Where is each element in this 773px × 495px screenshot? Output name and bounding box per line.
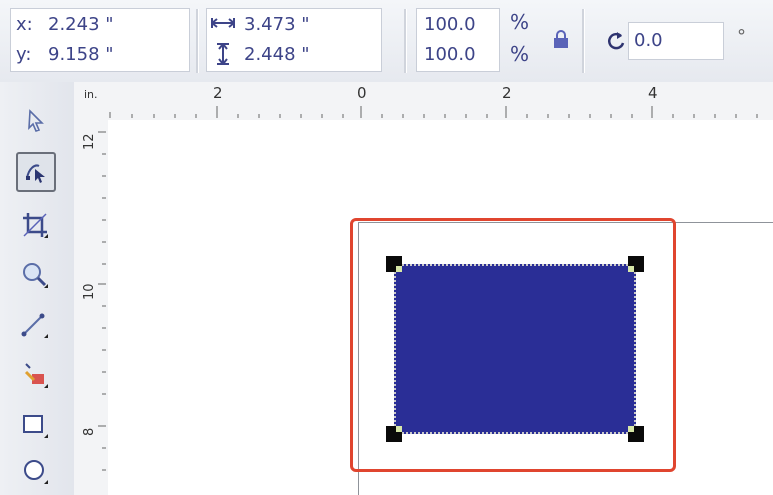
toolbox	[0, 82, 75, 495]
freehand-tool-icon[interactable]	[16, 306, 56, 346]
percent-x-label: %	[510, 10, 530, 34]
pick-tool-icon[interactable]	[16, 102, 56, 142]
property-bar: x: 2.243 " y: 9.158 " 3.473 " 2.448 " 10…	[0, 0, 773, 83]
height-icon	[214, 42, 232, 70]
shape-tool-icon[interactable]	[16, 152, 56, 192]
selected-rectangle[interactable]	[394, 264, 636, 434]
ruler-label: 8	[82, 427, 97, 436]
ruler-unit-label: in.	[84, 88, 98, 101]
height-input[interactable]: 2.448 "	[244, 44, 310, 65]
rotate-icon	[605, 30, 627, 56]
resize-handle-bottom-right[interactable]	[628, 426, 644, 442]
ruler-label: 4	[648, 84, 658, 102]
lock-ratio-icon[interactable]	[552, 30, 570, 54]
y-position-input[interactable]: 9.158 "	[48, 44, 114, 65]
ruler-label: 0	[357, 84, 367, 102]
y-label: y:	[16, 44, 32, 65]
zoom-tool-icon[interactable]	[16, 256, 56, 296]
separator	[404, 9, 407, 73]
ruler-label: 10	[82, 283, 97, 300]
rectangle-tool-icon[interactable]	[16, 406, 56, 446]
ellipse-tool-icon[interactable]	[16, 452, 56, 492]
degree-label: °	[737, 26, 746, 47]
scale-y-input[interactable]: 100.0	[424, 44, 476, 65]
x-label: x:	[16, 14, 33, 35]
smart-fill-tool-icon[interactable]	[16, 356, 56, 396]
ruler-label: 12	[82, 133, 97, 150]
crop-tool-icon[interactable]	[16, 206, 56, 246]
resize-handle-top-right[interactable]	[628, 256, 644, 272]
width-input[interactable]: 3.473 "	[244, 14, 310, 35]
separator	[582, 9, 585, 73]
width-icon	[210, 15, 236, 35]
resize-handle-bottom-left[interactable]	[386, 426, 402, 442]
ruler-label: 2	[213, 84, 223, 102]
horizontal-ruler[interactable]: in. 2 0 2 4	[74, 82, 773, 121]
x-position-input[interactable]: 2.243 "	[48, 14, 114, 35]
resize-handle-top-left[interactable]	[386, 256, 402, 272]
vertical-ruler[interactable]: 12 10 8	[74, 120, 109, 495]
scale-x-input[interactable]: 100.0	[424, 14, 476, 35]
vertical-ruler-ticks	[98, 131, 106, 471]
rotation-input[interactable]: 0.0	[634, 30, 663, 51]
percent-y-label: %	[510, 42, 530, 66]
separator	[196, 9, 199, 73]
horizontal-ruler-ticks	[109, 106, 758, 118]
ruler-label: 2	[502, 84, 512, 102]
